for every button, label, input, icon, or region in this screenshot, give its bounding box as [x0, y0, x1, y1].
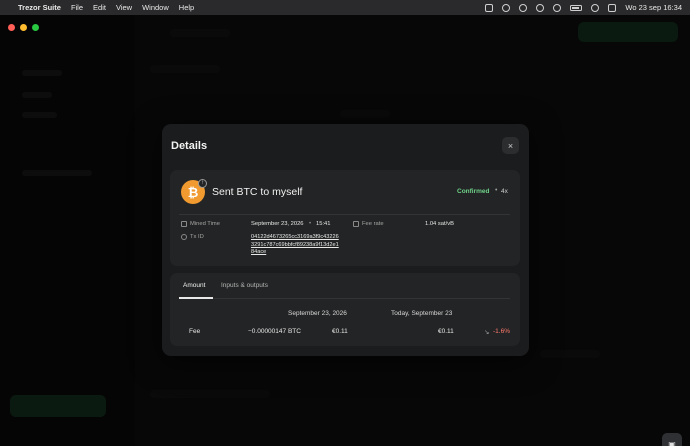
amount-card: Amount Inputs & outputs September 23, 20…	[170, 273, 520, 346]
fee-row-change: -1.6%	[493, 328, 510, 335]
fee-row-fiat-now: €0.11	[438, 328, 454, 335]
details-modal: Details × ₿ ↑ Sent BTC to myself Confirm…	[162, 124, 529, 356]
txid-link[interactable]: 04122d4673265cc3169a3f9c432263291c787c69…	[251, 234, 341, 257]
active-tab-indicator	[179, 297, 213, 299]
confirmations-count: 4x	[501, 188, 508, 195]
fee-row-fiat-then: €0.11	[332, 328, 348, 335]
close-modal-button[interactable]: ×	[502, 137, 519, 154]
control-center-icon[interactable]	[608, 3, 617, 12]
close-icon: ×	[507, 140, 514, 151]
fee-rate-label-text: Fee rate	[362, 221, 384, 227]
header-date-then: September 23, 2026	[288, 310, 347, 317]
globe-icon	[181, 234, 187, 240]
divider	[179, 214, 510, 215]
bitcoin-symbol: ₿	[187, 184, 199, 200]
sent-arrow-icon: ↑	[198, 179, 207, 188]
menu-window[interactable]: Window	[142, 3, 169, 12]
battery-icon[interactable]	[570, 4, 583, 11]
menu-view[interactable]: View	[116, 3, 132, 12]
fee-row-label: Fee	[189, 328, 201, 335]
mined-separator: •	[309, 221, 312, 227]
txid-label-text: Tx ID	[190, 234, 204, 240]
support-chat-icon[interactable]: ▣	[662, 433, 682, 446]
moon-icon[interactable]	[519, 3, 528, 12]
search-icon[interactable]	[591, 3, 600, 12]
status-separator: •	[495, 187, 498, 194]
wifi-icon[interactable]	[553, 3, 562, 12]
window-controls	[8, 24, 39, 31]
mined-time-label-text: Mined Time	[190, 221, 220, 227]
status-badge: Confirmed	[457, 188, 490, 195]
zoom-window-button[interactable]	[32, 24, 39, 31]
fee-icon	[353, 221, 359, 227]
transaction-title: Sent BTC to myself	[212, 186, 303, 198]
calendar-icon	[181, 221, 187, 227]
app-window: Details × ₿ ↑ Sent BTC to myself Confirm…	[0, 15, 690, 446]
transaction-summary-card: ₿ ↑ Sent BTC to myself Confirmed • 4x Mi…	[170, 170, 520, 266]
menu-app-name[interactable]: Trezor Suite	[18, 3, 61, 12]
minimize-window-button[interactable]	[20, 24, 27, 31]
status-area: Wo 23 sep 16:34	[485, 3, 682, 12]
fee-rate-label: Fee rate	[353, 221, 384, 227]
menu-file[interactable]: File	[71, 3, 83, 12]
clock[interactable]: Wo 23 sep 16:34	[625, 3, 682, 12]
tab-inputs-outputs[interactable]: Inputs & outputs	[221, 282, 268, 289]
status-circle-icon[interactable]	[502, 3, 511, 12]
header-date-now: Today, September 23	[391, 310, 453, 317]
trend-down-icon: ↘	[484, 329, 490, 336]
tab-amount[interactable]: Amount	[183, 282, 205, 289]
mined-time-label: Mined Time	[181, 221, 220, 227]
mined-time-value: 15:41	[316, 221, 331, 227]
play-icon[interactable]	[536, 3, 545, 12]
menubar: Trezor Suite File Edit View Window Help …	[0, 0, 690, 15]
fee-row-btc: −0.00000147 BTC	[248, 328, 301, 335]
lock-icon[interactable]	[485, 3, 494, 12]
txid-label: Tx ID	[181, 234, 204, 240]
fee-rate-value: 1.04 sat/vB	[425, 221, 455, 227]
modal-title: Details	[171, 140, 208, 152]
close-window-button[interactable]	[8, 24, 15, 31]
tab-divider	[179, 298, 510, 299]
menu-help[interactable]: Help	[179, 3, 194, 12]
mined-date-value: September 23, 2026	[251, 221, 304, 227]
menu-edit[interactable]: Edit	[93, 3, 106, 12]
